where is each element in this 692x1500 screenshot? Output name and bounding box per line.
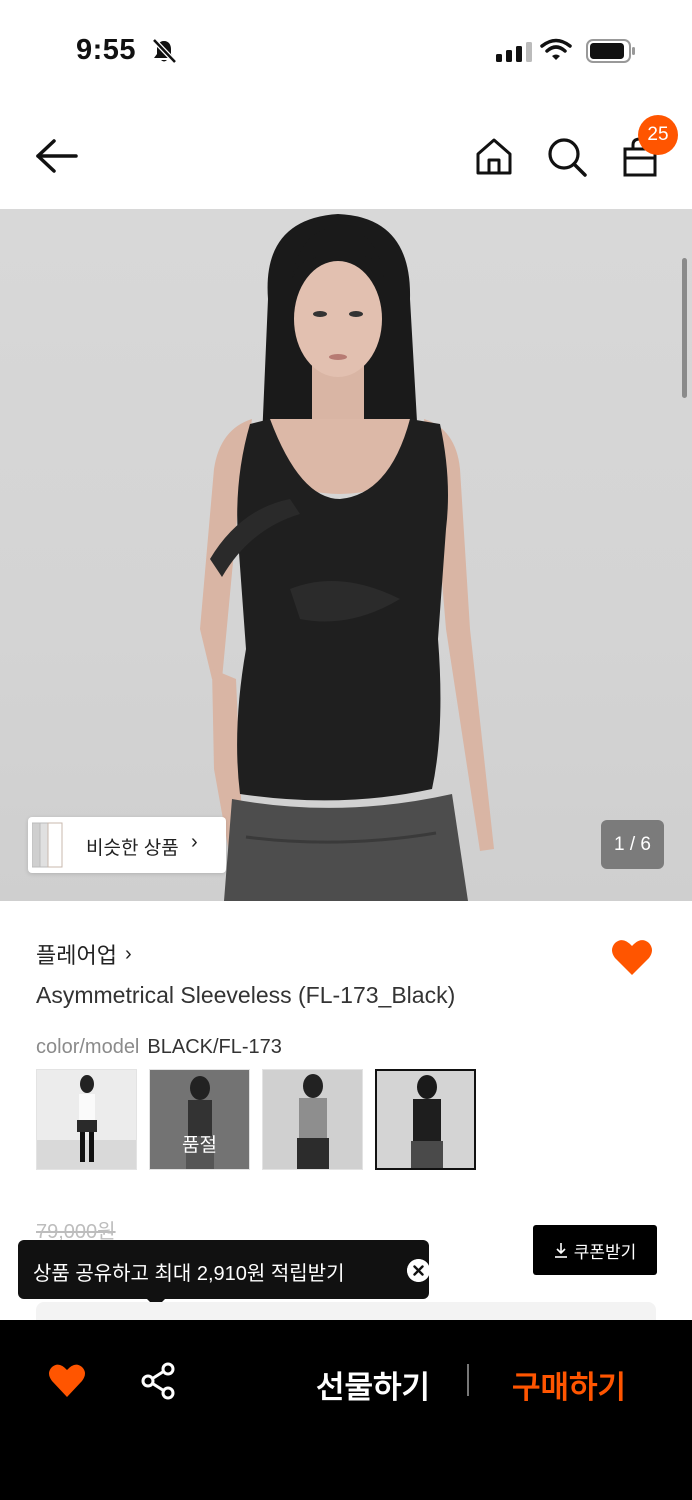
wifi-icon — [540, 38, 572, 60]
variant-thumbnail[interactable] — [36, 1069, 137, 1170]
option-row: color/model BLACK/FL-173 — [36, 1036, 282, 1059]
heart-icon[interactable] — [48, 1362, 86, 1398]
chevron-right-icon: › — [191, 831, 198, 853]
variant-thumbnail[interactable]: 품절 — [149, 1069, 250, 1170]
image-page-counter: 1 / 6 — [601, 820, 664, 869]
variant-status-label: 품절 — [182, 1135, 217, 1156]
cellular-signal-icon — [496, 40, 532, 62]
bell-slash-icon — [152, 38, 177, 64]
status-bar: 9:55 — [0, 0, 692, 100]
option-label: color/model — [36, 1036, 140, 1058]
variant-illustration — [263, 1070, 362, 1169]
product-title: Asymmetrical Sleeveless (FL-173_Black) — [36, 982, 456, 1008]
cart-count-badge: 25 — [638, 115, 678, 155]
tooltip-text: 상품 공유하고 최대 2,910원 적립받기 — [33, 1263, 345, 1285]
share-icon[interactable] — [140, 1362, 176, 1400]
home-icon[interactable] — [474, 136, 514, 176]
nav-bar — [0, 100, 692, 210]
similar-products-button[interactable]: 비슷한 상품 › — [28, 817, 226, 873]
share-reward-tooltip: 상품 공유하고 최대 2,910원 적립받기 — [18, 1240, 430, 1299]
download-icon — [554, 1243, 567, 1258]
chevron-right-icon: › — [124, 942, 132, 965]
similar-products-label: 비슷한 상품 — [86, 838, 179, 859]
similar-products-thumbnails — [32, 822, 63, 868]
gift-button[interactable]: 선물하기 — [316, 1362, 430, 1407]
close-icon[interactable] — [407, 1259, 430, 1282]
product-image[interactable] — [0, 209, 692, 901]
option-value: BLACK/FL-173 — [147, 1036, 282, 1058]
bottom-action-bar: 선물하기 구매하기 — [0, 1320, 692, 1500]
scroll-indicator[interactable] — [682, 258, 687, 398]
coupon-label: 쿠폰받기 — [573, 1242, 637, 1262]
search-icon[interactable] — [546, 136, 588, 178]
divider — [467, 1364, 469, 1396]
product-photo-illustration — [200, 214, 494, 901]
buy-button[interactable]: 구매하기 — [512, 1362, 626, 1407]
variant-list: 품절 — [36, 1069, 476, 1170]
back-arrow-icon[interactable] — [34, 136, 80, 176]
coupon-download-button[interactable]: 쿠폰받기 — [533, 1225, 657, 1275]
battery-icon — [586, 39, 635, 63]
brand-link[interactable]: 플레어업 › — [36, 938, 132, 970]
variant-illustration — [37, 1070, 136, 1169]
status-time: 9:55 — [76, 34, 137, 66]
brand-name: 플레어업 — [36, 943, 117, 968]
variant-illustration — [377, 1071, 474, 1168]
variant-thumbnail-selected[interactable] — [375, 1069, 476, 1170]
variant-thumbnail[interactable] — [262, 1069, 363, 1170]
heart-icon[interactable] — [611, 938, 653, 976]
